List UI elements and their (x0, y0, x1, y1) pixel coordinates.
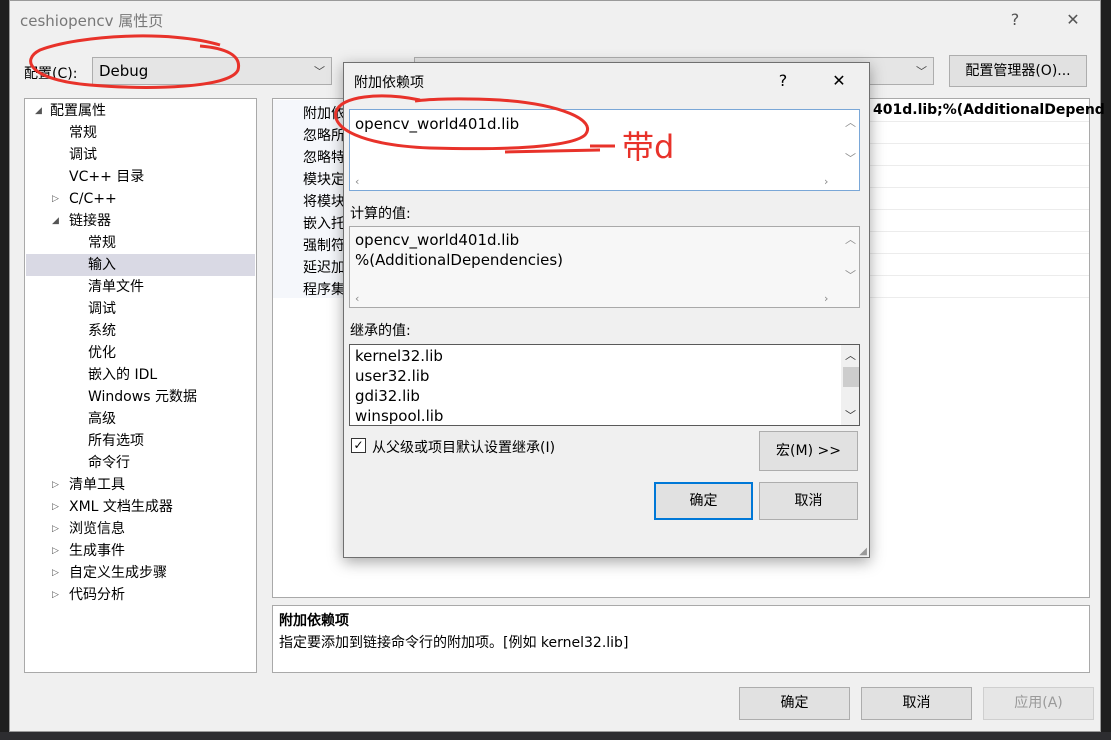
tree-item-windows-metadata[interactable]: Windows 元数据 (88, 386, 197, 408)
resize-grip-icon[interactable]: ◢ (859, 546, 867, 557)
inherited-values-box: kernel32.lib user32.lib gdi32.lib winspo… (349, 344, 860, 426)
config-value: Debug (99, 62, 149, 80)
expand-icon[interactable]: ▷ (52, 584, 59, 606)
tree-item-all-options[interactable]: 所有选项 (88, 430, 144, 452)
inherited-label: 继承的值: (350, 323, 411, 339)
expand-icon[interactable]: ▷ (52, 188, 59, 210)
dialog-cancel-button[interactable]: 取消 (759, 482, 858, 520)
cancel-button[interactable]: 取消 (861, 687, 972, 720)
tree-item-optimization[interactable]: 优化 (88, 342, 116, 364)
close-icon[interactable]: ✕ (828, 70, 850, 92)
description-text: 指定要添加到链接命令行的附加项。[例如 kernel32.lib] (279, 635, 629, 651)
ide-background-bottom (0, 732, 1111, 740)
computed-values-box: opencv_world401d.lib %(AdditionalDepende… (349, 226, 860, 308)
inherited-line: gdi32.lib (355, 387, 420, 405)
vertical-scrollbar[interactable]: ︿ ﹀ (841, 110, 859, 190)
scroll-down-icon[interactable]: ﹀ (845, 150, 856, 166)
tree-item-manifest-file[interactable]: 清单文件 (88, 276, 144, 298)
scroll-left-icon[interactable]: ‹ (355, 175, 359, 188)
scroll-right-icon[interactable]: › (824, 175, 828, 188)
dialog-ok-button[interactable]: 确定 (654, 482, 753, 520)
tree-item-debugging[interactable]: 调试 (69, 144, 97, 166)
inherit-checkbox[interactable]: ✓ (351, 438, 366, 453)
annotation-text: 带d (622, 128, 675, 166)
tree-item-linker-general[interactable]: 常规 (88, 232, 116, 254)
scroll-down-icon[interactable]: ﹀ (845, 267, 856, 283)
computed-line: %(AdditionalDependencies) (355, 251, 564, 269)
close-icon[interactable]: ✕ (1062, 9, 1084, 31)
scrollbar-thumb[interactable] (843, 367, 859, 387)
computed-label: 计算的值: (350, 206, 411, 222)
tree-item-advanced[interactable]: 高级 (88, 408, 116, 430)
macro-button[interactable]: 宏(M) >> (759, 431, 858, 471)
scroll-up-icon[interactable]: ︿ (845, 231, 856, 247)
computed-line: opencv_world401d.lib (355, 231, 520, 249)
scroll-right-icon[interactable]: › (824, 292, 828, 305)
tree-item-vc-directories[interactable]: VC++ 目录 (69, 166, 144, 188)
additional-dependencies-dialog: 附加依赖项 ? ✕ opencv_world401d.lib ︿ ﹀ ‹ › 计… (343, 62, 870, 558)
expand-icon[interactable]: ▷ (52, 562, 59, 584)
tree-item-system[interactable]: 系统 (88, 320, 116, 342)
expand-icon[interactable]: ▷ (52, 518, 59, 540)
help-icon[interactable]: ? (772, 70, 794, 92)
chevron-down-icon: ﹀ (314, 65, 325, 78)
scroll-left-icon[interactable]: ‹ (355, 292, 359, 305)
vertical-scrollbar[interactable]: ︿ ﹀ (841, 227, 859, 307)
dialog-title: 附加依赖项 (354, 75, 424, 91)
collapse-icon[interactable]: ◢ (52, 210, 59, 232)
help-icon[interactable]: ? (1004, 9, 1026, 31)
window-title: ceshiopencv 属性页 (20, 12, 164, 30)
apply-button[interactable]: 应用(A) (983, 687, 1094, 720)
dependencies-input[interactable]: opencv_world401d.lib ︿ ﹀ ‹ › (349, 109, 860, 191)
tree-item-linker-input[interactable]: 输入 (26, 254, 255, 276)
description-title: 附加依赖项 (279, 613, 349, 629)
horizontal-scrollbar[interactable]: ‹ › (350, 174, 842, 190)
vertical-scrollbar[interactable]: ︿ ﹀ (841, 345, 859, 425)
description-panel: 附加依赖项 指定要添加到链接命令行的附加项。[例如 kernel32.lib] (272, 605, 1090, 673)
horizontal-scrollbar[interactable]: ‹ › (350, 291, 842, 307)
config-manager-button[interactable]: 配置管理器(O)... (949, 55, 1087, 87)
tree-item-embedded-idl[interactable]: 嵌入的 IDL (88, 364, 157, 386)
inherit-checkbox-label[interactable]: 从父级或项目默认设置继承(I) (372, 437, 555, 457)
input-line: opencv_world401d.lib (355, 115, 520, 133)
tree-item-general[interactable]: 常规 (69, 122, 97, 144)
scroll-up-icon[interactable]: ︿ (845, 347, 856, 363)
chevron-down-icon: ﹀ (916, 65, 927, 78)
scroll-up-icon[interactable]: ︿ (845, 114, 856, 130)
expand-icon[interactable]: ▷ (52, 540, 59, 562)
inherited-line: user32.lib (355, 367, 430, 385)
expand-icon[interactable]: ▷ (52, 496, 59, 518)
config-select[interactable]: Debug ﹀ (92, 57, 332, 85)
inherited-line: kernel32.lib (355, 347, 443, 365)
tree-item-command-line[interactable]: 命令行 (88, 452, 130, 474)
scroll-down-icon[interactable]: ﹀ (845, 407, 856, 423)
inherited-line: winspool.lib (355, 407, 444, 425)
expand-icon[interactable]: ▷ (52, 474, 59, 496)
config-label: 配置(C): (24, 66, 78, 82)
ok-button[interactable]: 确定 (739, 687, 850, 720)
property-tree: ◢ 配置属性 常规 调试 VC++ 目录 ▷ C/C++ ◢ 链接器 常规 输入… (24, 98, 257, 673)
tree-item-linker-debugging[interactable]: 调试 (88, 298, 116, 320)
collapse-icon[interactable]: ◢ (35, 100, 42, 122)
